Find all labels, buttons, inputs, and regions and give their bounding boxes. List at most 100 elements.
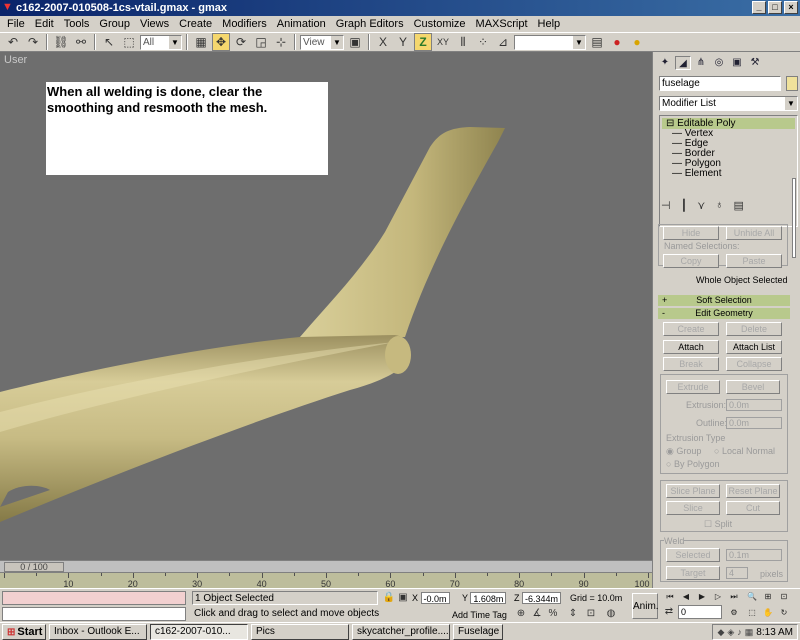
y-value[interactable]: 1.608m (470, 592, 507, 604)
select-scale-icon[interactable]: ◲ (252, 33, 270, 51)
pan-icon[interactable]: ✋ (762, 607, 774, 619)
taskbar-item-gmax[interactable]: c162-2007-010... (150, 623, 248, 640)
arc-rotate-icon[interactable]: ↻ (778, 607, 790, 619)
weld-selected-button[interactable]: Selected (666, 548, 720, 562)
named-selection-dropdown[interactable]: ▼ (514, 34, 586, 50)
cut-button[interactable]: Cut (726, 501, 780, 515)
configure-sets-icon[interactable]: ▤ (734, 199, 744, 212)
select-object-icon[interactable]: ↖ (100, 33, 118, 51)
slice-plane-button[interactable]: Slice Plane (666, 484, 720, 498)
z-coordinate[interactable]: Z -6.344m (514, 592, 562, 604)
modify-tab-icon[interactable]: ◢ (675, 56, 691, 70)
split-checkbox[interactable]: ☐ Split (704, 519, 732, 530)
zoom-extents-icon[interactable]: ⊡ (778, 591, 790, 603)
menu-customize[interactable]: Customize (409, 16, 471, 32)
y-coordinate[interactable]: Y 1.608m (462, 592, 507, 604)
redo-icon[interactable]: ↷ (24, 33, 42, 51)
track-bar[interactable]: 10 20 30 40 50 60 70 80 90 100 (0, 572, 652, 589)
command-panel-scrollbar[interactable] (792, 178, 796, 258)
next-frame-icon[interactable]: ▷ (712, 591, 724, 603)
display-tab-icon[interactable]: ▣ (729, 56, 745, 70)
edit-geometry-rollout-bar[interactable]: - Edit Geometry (658, 308, 790, 319)
target-pixels-spinner[interactable]: 4 (726, 567, 748, 579)
stack-sub-element[interactable]: — Element (660, 169, 797, 179)
select-move-icon[interactable]: ✥ (212, 33, 230, 51)
go-to-start-icon[interactable]: ⏮ (664, 591, 676, 603)
restrict-xy-icon[interactable]: XY (434, 33, 452, 51)
percent-snap-icon[interactable]: % (546, 607, 560, 621)
add-time-tag[interactable]: Add Time Tag (452, 609, 507, 621)
outline-spinner[interactable]: 0.0m (726, 417, 782, 429)
selection-filter-dropdown[interactable]: All ▼ (140, 34, 182, 50)
menu-graph-editors[interactable]: Graph Editors (331, 16, 409, 32)
collapse-button[interactable]: Collapse (726, 357, 782, 371)
time-slider[interactable]: 0 / 100 (0, 560, 652, 572)
attach-button[interactable]: Attach (663, 340, 719, 354)
absolute-mode-icon[interactable]: ▣ (396, 591, 410, 605)
taskbar-item-paint[interactable]: Fuselage - Paint (453, 623, 503, 640)
create-tab-icon[interactable]: ✦ (657, 56, 673, 70)
material-editor-icon[interactable]: ▤ (588, 33, 606, 51)
extrude-button[interactable]: Extrude (666, 380, 720, 394)
maximize-button[interactable]: □ (768, 1, 782, 14)
animate-toggle-button[interactable]: Anim. (632, 593, 659, 619)
group-radio[interactable]: ◉ Group (666, 446, 701, 457)
modifier-list-dropdown[interactable]: Modifier List ▼ (659, 96, 798, 111)
hide-button[interactable]: Hide (663, 226, 719, 240)
snap-toggle-icon[interactable]: ⊕ (514, 607, 528, 621)
zoom-all-icon[interactable]: ⊞ (762, 591, 774, 603)
time-config-icon[interactable]: ⚙ (728, 607, 740, 619)
window-crossing-icon[interactable]: ⊡ (584, 607, 598, 621)
select-by-name-icon[interactable]: ▦ (192, 33, 210, 51)
attach-list-button[interactable]: Attach List (726, 340, 782, 354)
copy-button[interactable]: Copy (663, 254, 719, 268)
close-button[interactable]: × (784, 1, 798, 14)
menu-animation[interactable]: Animation (272, 16, 331, 32)
menu-tools[interactable]: Tools (59, 16, 95, 32)
extrusion-spinner[interactable]: 0.0m (726, 399, 782, 411)
start-button[interactable]: ⊞ Start (2, 623, 46, 640)
pin-stack-icon[interactable]: ⊣ (661, 199, 671, 212)
make-unique-icon[interactable]: ⋎ (697, 199, 705, 212)
restrict-z-icon[interactable]: Z (414, 33, 432, 51)
zoom-icon[interactable]: 🔍 (746, 591, 758, 603)
degradation-override-icon[interactable]: ◍ (604, 607, 618, 621)
x-coordinate[interactable]: X -0.0m (412, 592, 450, 604)
previous-frame-icon[interactable]: ◀ (680, 591, 692, 603)
current-frame-field[interactable]: 0 (678, 605, 722, 619)
select-manipulate-icon[interactable]: ⊹ (272, 33, 290, 51)
mirror-icon[interactable]: ⫴ (454, 33, 472, 51)
menu-file[interactable]: File (2, 16, 30, 32)
maxscript-listener-output[interactable] (2, 591, 186, 605)
time-slider-thumb[interactable]: 0 / 100 (4, 562, 64, 572)
utilities-tab-icon[interactable]: ⚒ (747, 56, 763, 70)
region-zoom-icon[interactable]: ⬚ (746, 607, 758, 619)
delete-button[interactable]: Delete (726, 322, 782, 336)
menu-edit[interactable]: Edit (30, 16, 59, 32)
x-value[interactable]: -0.0m (420, 592, 450, 604)
lock-selection-icon[interactable]: 🔒 (382, 591, 396, 605)
region-select-icon[interactable]: ⬚ (120, 33, 138, 51)
pivot-center-icon[interactable]: ▣ (346, 33, 364, 51)
unlink-icon[interactable]: ⚯ (72, 33, 90, 51)
render-icon[interactable]: ● (608, 33, 626, 51)
reset-plane-button[interactable]: Reset Plane (726, 484, 780, 498)
z-value[interactable]: -6.344m (522, 592, 562, 604)
unhide-all-button[interactable]: Unhide All (726, 226, 782, 240)
minimize-button[interactable]: _ (752, 1, 766, 14)
local-normal-radio[interactable]: ○ Local Normal (714, 446, 775, 456)
object-color-swatch[interactable] (786, 76, 798, 91)
menu-create[interactable]: Create (174, 16, 217, 32)
quick-render-icon[interactable]: ● (628, 33, 646, 51)
reference-coord-dropdown[interactable]: View ▼ (300, 34, 344, 50)
bevel-button[interactable]: Bevel (726, 380, 780, 394)
maxscript-listener-input[interactable] (2, 607, 186, 621)
restrict-y-icon[interactable]: Y (394, 33, 412, 51)
network-icon[interactable]: ▦ (745, 627, 754, 638)
array-icon[interactable]: ⁘ (474, 33, 492, 51)
align-icon[interactable]: ⊿ (494, 33, 512, 51)
play-icon[interactable]: ▶ (696, 591, 708, 603)
by-polygon-radio[interactable]: ○ By Polygon (666, 459, 719, 469)
weld-target-button[interactable]: Target (666, 566, 720, 580)
slice-button[interactable]: Slice (666, 501, 720, 515)
